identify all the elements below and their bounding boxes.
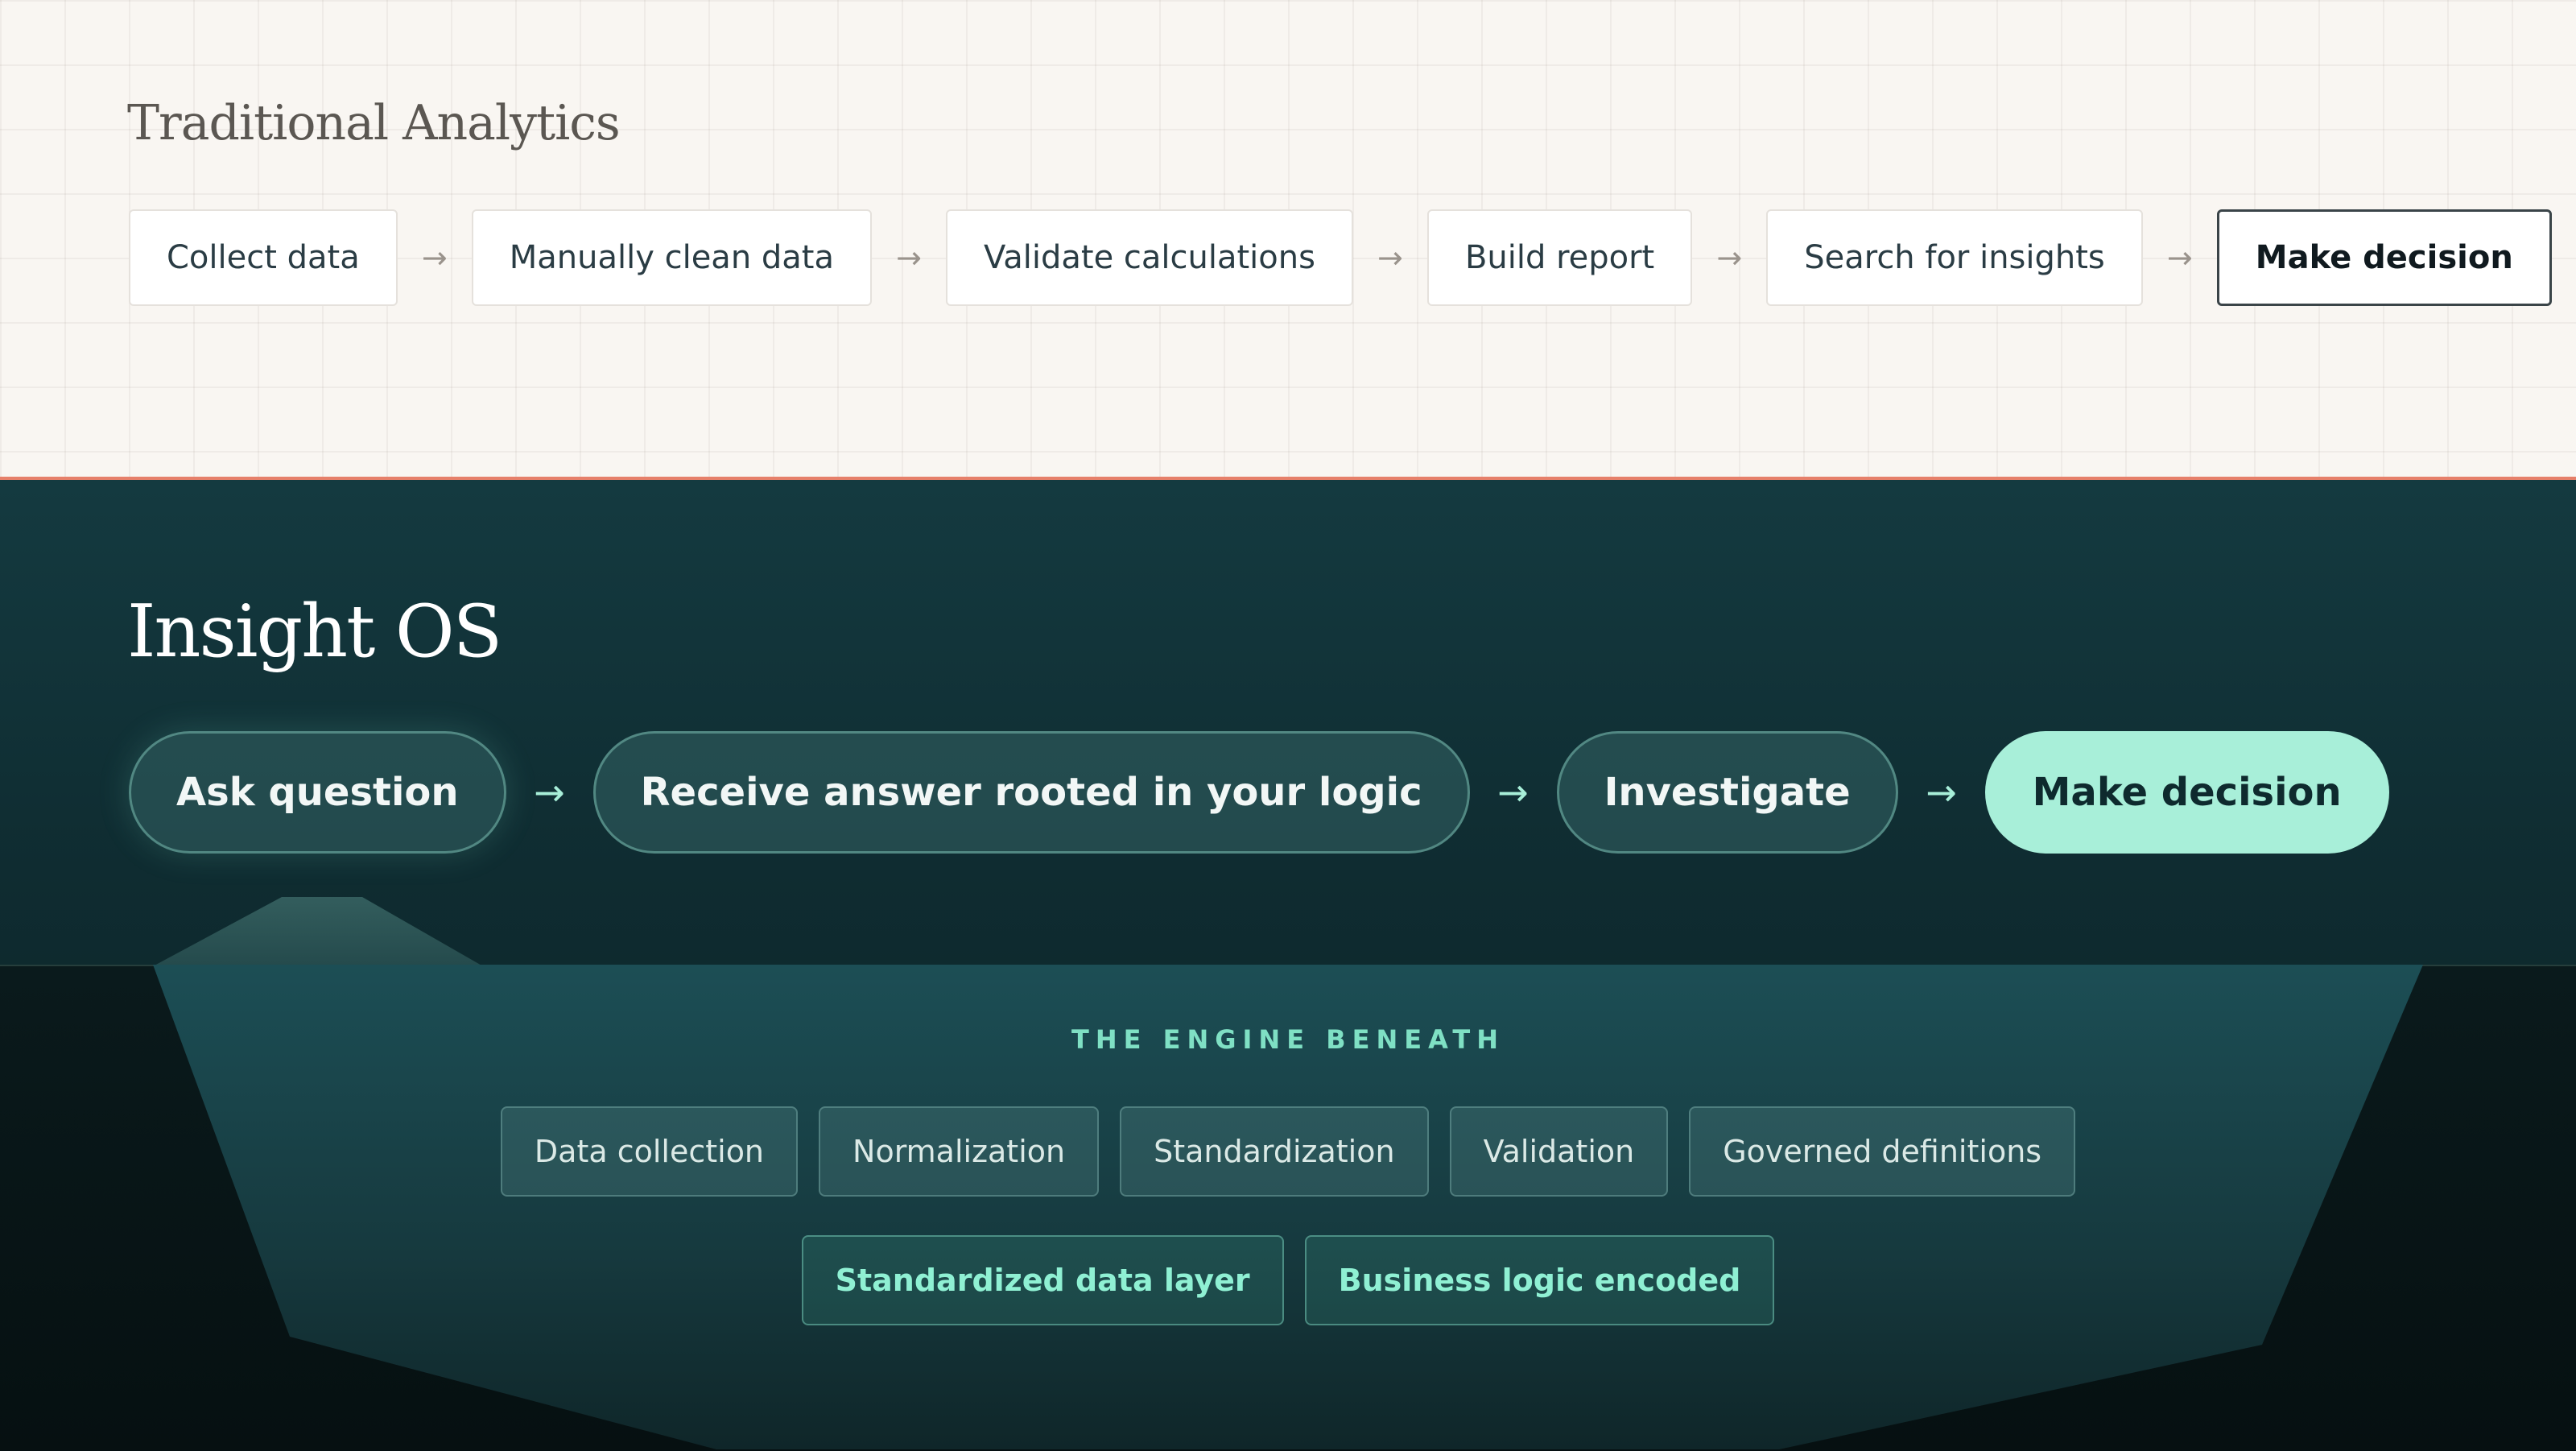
arrow-right-icon: → [2166,240,2193,275]
step-make-decision-insight-os: Make decision [1984,731,2389,854]
step-search-for-insights: Search for insights [1766,209,2143,306]
engine-outputs: Standardized data layer Business logic e… [0,1235,2576,1325]
engine-beneath-label: THE ENGINE BENEATH [1071,1024,1505,1055]
engine-chip-normalization: Normalization [819,1106,1100,1197]
engine-chip-data-collection: Data collection [500,1106,799,1197]
engine-chip-standardization: Standardization [1120,1106,1429,1197]
traditional-flow: Collect data → Manually clean data → Val… [129,208,2552,308]
engine-components: Data collection Normalization Standardiz… [0,1106,2576,1197]
arrow-right-icon: → [534,771,565,814]
engine-chip-governed-definitions: Governed definitions [1689,1106,2076,1197]
arrow-right-icon: → [421,240,448,275]
engine-chip-business-logic-encoded: Business logic encoded [1304,1235,1775,1325]
traditional-analytics-title: Traditional Analytics [127,95,621,151]
step-make-decision-traditional: Make decision [2216,209,2552,306]
step-investigate: Investigate [1556,731,1898,854]
arrow-right-icon: → [1716,240,1743,275]
step-manually-clean-data: Manually clean data [471,209,872,306]
arrow-right-icon: → [896,240,922,275]
step-collect-data: Collect data [129,209,398,306]
step-validate-calculations: Validate calculations [945,209,1353,306]
arrow-right-icon: → [1377,240,1403,275]
arrow-right-icon: → [1926,771,1957,814]
step-build-report: Build report [1426,209,1693,306]
insight-os-flow: Ask question → Receive answer rooted in … [129,730,2389,855]
arrow-right-icon: → [1497,771,1529,814]
step-receive-answer: Receive answer rooted in your logic [592,731,1470,854]
engine-chip-validation: Validation [1449,1106,1669,1197]
iceberg-tip-shape [153,897,483,966]
engine-chip-standardized-data-layer: Standardized data layer [801,1235,1284,1325]
insight-os-title: Insight OS [127,589,502,674]
step-ask-question: Ask question [129,731,506,854]
traditional-analytics-section: Traditional Analytics Collect data → Man… [0,0,2576,480]
